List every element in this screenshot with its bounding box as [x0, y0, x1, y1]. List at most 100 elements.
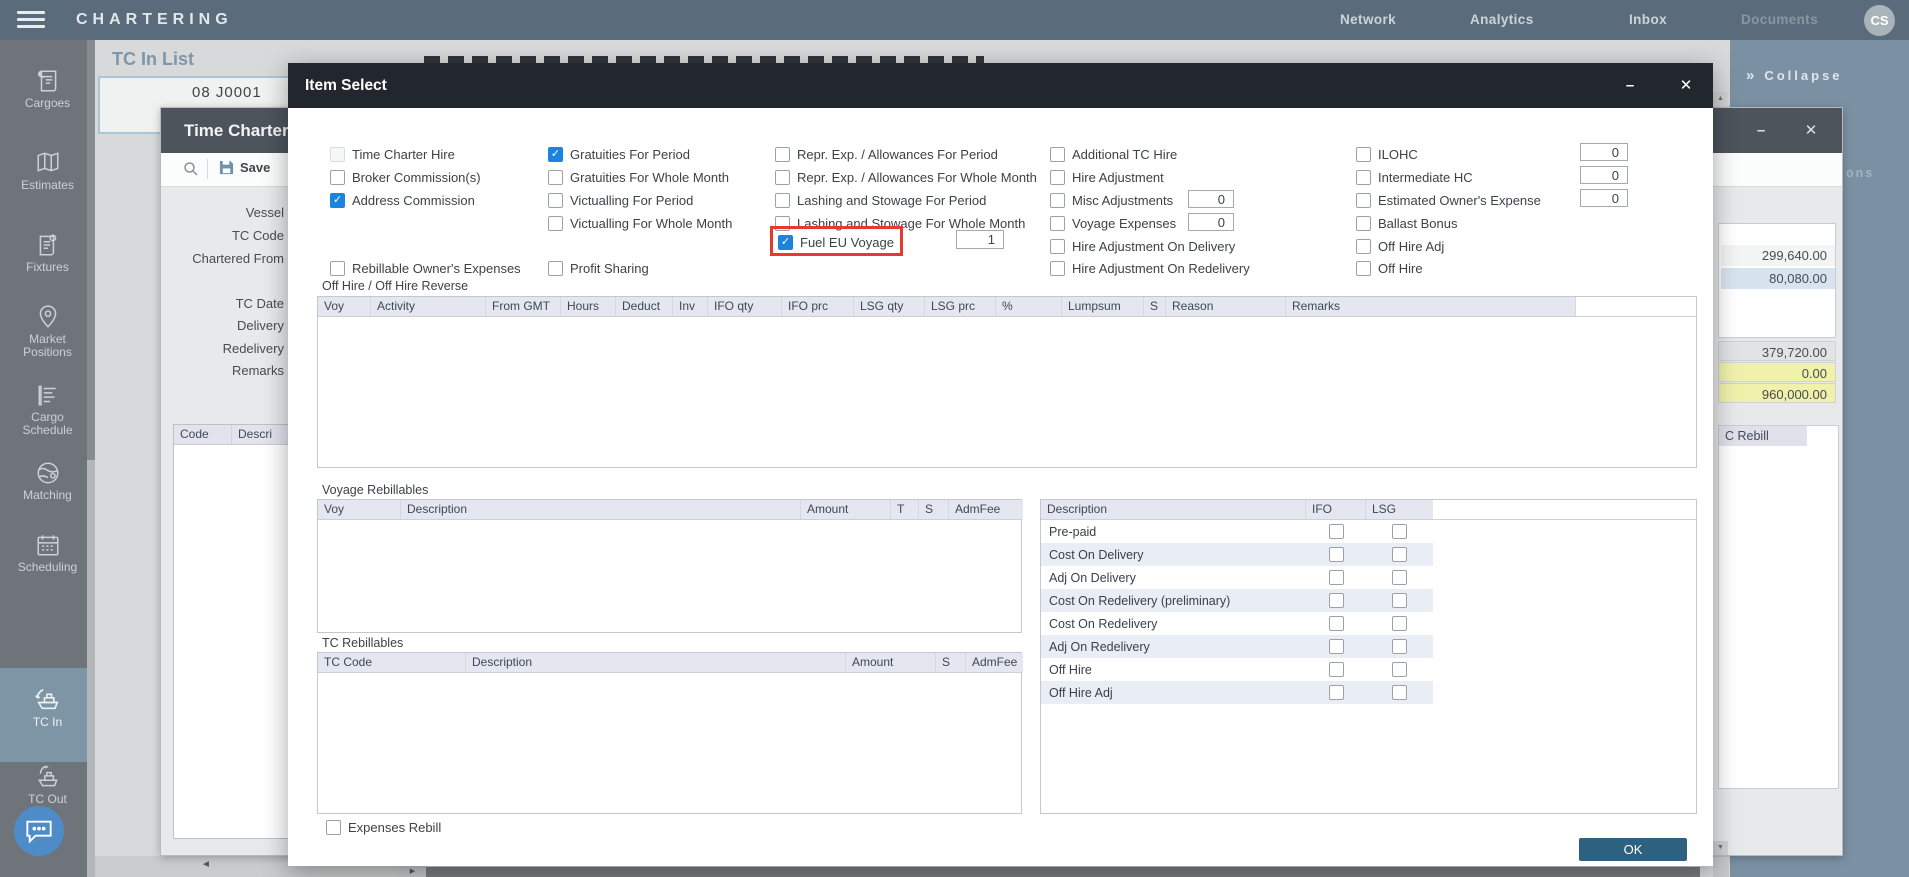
- sidebar-item-cargoes[interactable]: Cargoes: [0, 68, 95, 110]
- sidebar-item-fixtures[interactable]: Fixtures: [0, 232, 95, 274]
- minimize-icon[interactable]: –: [1608, 63, 1652, 108]
- col-hours: Hours: [561, 297, 616, 316]
- checkbox-hire-adjustment[interactable]: Hire Adjustment: [1050, 168, 1164, 186]
- checkbox-box: [1050, 261, 1065, 276]
- voyage-expenses-input[interactable]: [1188, 213, 1234, 231]
- fuel-allocation-table: Description IFO LSG Pre-paid Cost On Del…: [1040, 499, 1697, 814]
- checkbox-additional-tc-hire[interactable]: Additional TC Hire: [1050, 145, 1177, 163]
- checkbox-victualling-for-whole-month[interactable]: Victualling For Whole Month: [548, 214, 732, 232]
- ilohc-input[interactable]: [1580, 143, 1628, 161]
- col-remarks: Remarks: [1286, 297, 1576, 316]
- nav-analytics[interactable]: Analytics: [1470, 12, 1534, 27]
- item-select-title: Item Select: [305, 63, 387, 108]
- checkbox-intermediate-hc[interactable]: Intermediate HC: [1356, 168, 1473, 186]
- checkbox-lashing-and-stowage-for-period[interactable]: Lashing and Stowage For Period: [775, 191, 986, 209]
- voyage-rebillables-label: Voyage Rebillables: [322, 483, 428, 497]
- chat-button[interactable]: [14, 806, 64, 856]
- sidebar-item-tc-in[interactable]: TC In: [0, 668, 95, 762]
- misc-adjustments-input[interactable]: [1188, 190, 1234, 208]
- nav-documents[interactable]: Documents: [1741, 12, 1818, 27]
- checkbox-label: Hire Adjustment: [1072, 170, 1164, 185]
- save-button[interactable]: Save: [219, 160, 270, 175]
- scroll-left-icon[interactable]: ◄: [201, 859, 211, 870]
- checkbox-gratuities-for-period[interactable]: Gratuities For Period: [548, 145, 690, 163]
- checkbox-gratuities-for-whole-month[interactable]: Gratuities For Whole Month: [548, 168, 729, 186]
- checkbox-repr-exp-allowances-for-whole-month[interactable]: Repr. Exp. / Allowances For Whole Month: [775, 168, 1037, 186]
- user-avatar[interactable]: CS: [1864, 5, 1895, 36]
- menu-icon[interactable]: [17, 11, 45, 29]
- ifo-checkbox[interactable]: [1329, 616, 1344, 631]
- nav-network[interactable]: Network: [1340, 12, 1396, 27]
- sidebar-item-market-positions[interactable]: Market Positions: [0, 304, 95, 359]
- sidebar-item-tc-out[interactable]: TC Out: [0, 764, 95, 806]
- lsg-checkbox[interactable]: [1392, 662, 1407, 677]
- checkbox-time-charter-hire[interactable]: Time Charter Hire: [330, 145, 455, 163]
- checkbox-estimated-owners-expense[interactable]: Estimated Owner's Expense: [1356, 191, 1541, 209]
- checkbox-misc-adjustments[interactable]: Misc Adjustments: [1050, 191, 1173, 209]
- checkbox-label: Victualling For Whole Month: [570, 216, 732, 231]
- sidebar-item-cargo-schedule[interactable]: Cargo Schedule: [0, 382, 95, 437]
- intermediate-hc-input[interactable]: [1580, 166, 1628, 184]
- checkbox-label: Gratuities For Whole Month: [570, 170, 729, 185]
- checkbox-off-hire[interactable]: Off Hire: [1356, 259, 1423, 277]
- checkbox-off-hire-adj[interactable]: Off Hire Adj: [1356, 237, 1444, 255]
- lsg-checkbox[interactable]: [1392, 639, 1407, 654]
- estimated-owners-expense-input[interactable]: [1580, 189, 1628, 207]
- close-icon[interactable]: ✕: [1664, 63, 1708, 108]
- checkbox-victualling-for-period[interactable]: Victualling For Period: [548, 191, 693, 209]
- checkbox-label: Additional TC Hire: [1072, 147, 1177, 162]
- ifo-checkbox[interactable]: [1329, 639, 1344, 654]
- checkbox-voyage-expenses[interactable]: Voyage Expenses: [1050, 214, 1176, 232]
- checkbox-address-commission[interactable]: Address Commission: [330, 191, 475, 209]
- checkbox-label: ILOHC: [1378, 147, 1418, 162]
- hire-amounts-box: 299,640.00 80,080.00: [1718, 223, 1836, 338]
- lsg-checkbox[interactable]: [1392, 570, 1407, 585]
- ifo-checkbox[interactable]: [1329, 547, 1344, 562]
- nav-inbox[interactable]: Inbox: [1629, 12, 1667, 27]
- checkbox-expenses-rebill[interactable]: Expenses Rebill: [326, 818, 441, 836]
- form-label-chartered-from: Chartered From: [161, 251, 284, 266]
- sidebar-item-matching[interactable]: Matching: [0, 460, 95, 502]
- checkbox-hire-adjustment-on-redelivery[interactable]: Hire Adjustment On Redelivery: [1050, 259, 1250, 277]
- checkbox-repr-exp-allowances-for-period[interactable]: Repr. Exp. / Allowances For Period: [775, 145, 998, 163]
- sidebar-item-scheduling[interactable]: Scheduling: [0, 532, 95, 574]
- checkbox-box: [330, 170, 345, 185]
- fuel-eu-voyage-input[interactable]: [956, 230, 1004, 249]
- ifo-checkbox[interactable]: [1329, 685, 1344, 700]
- checkbox-profit-sharing[interactable]: Profit Sharing: [548, 259, 649, 277]
- checkbox-box: [775, 170, 790, 185]
- amount-cell-yellow[interactable]: 0.00: [1718, 362, 1836, 382]
- ok-button[interactable]: OK: [1579, 838, 1687, 861]
- checkbox-hire-adjustment-on-delivery[interactable]: Hire Adjustment On Delivery: [1050, 237, 1235, 255]
- form-label-remarks: Remarks: [161, 363, 284, 378]
- collapse-button[interactable]: »Collapse: [1746, 67, 1843, 84]
- scroll-right-icon[interactable]: ▶: [399, 866, 426, 877]
- search-icon[interactable]: [183, 161, 199, 177]
- window-hscrollbar[interactable]: [399, 867, 1700, 877]
- sidebar-item-estimates[interactable]: Estimates: [0, 150, 95, 192]
- close-icon[interactable]: ✕: [1791, 108, 1831, 153]
- checkbox-ilohc[interactable]: ILOHC: [1356, 145, 1418, 163]
- tc-rebill-header-clipped: C Rebill: [1719, 426, 1807, 446]
- checkbox-broker-commissions[interactable]: Broker Commission(s): [330, 168, 481, 186]
- scroll-up-icon[interactable]: ▲: [1713, 92, 1728, 106]
- minimize-icon[interactable]: –: [1741, 108, 1781, 153]
- ifo-checkbox[interactable]: [1329, 524, 1344, 539]
- checkbox-ballast-bonus[interactable]: Ballast Bonus: [1356, 214, 1458, 232]
- sidebar-scrollbar-thumb[interactable]: [87, 40, 95, 460]
- lsg-checkbox[interactable]: [1392, 616, 1407, 631]
- amount-cell-yellow[interactable]: 960,000.00: [1718, 383, 1836, 403]
- lsg-checkbox[interactable]: [1392, 547, 1407, 562]
- checkbox-label: Gratuities For Period: [570, 147, 690, 162]
- offhire-section-label: Off Hire / Off Hire Reverse: [322, 279, 468, 293]
- checkbox-box: [1050, 193, 1065, 208]
- ifo-checkbox[interactable]: [1329, 570, 1344, 585]
- lsg-checkbox[interactable]: [1392, 524, 1407, 539]
- scroll-down-icon[interactable]: ▼: [1713, 841, 1728, 855]
- checkbox-fuel-eu-voyage[interactable]: Fuel EU Voyage: [778, 233, 894, 251]
- lsg-checkbox[interactable]: [1392, 593, 1407, 608]
- lsg-checkbox[interactable]: [1392, 685, 1407, 700]
- ifo-checkbox[interactable]: [1329, 662, 1344, 677]
- checkbox-rebillable-owners-expenses[interactable]: Rebillable Owner's Expenses: [330, 259, 521, 277]
- ifo-checkbox[interactable]: [1329, 593, 1344, 608]
